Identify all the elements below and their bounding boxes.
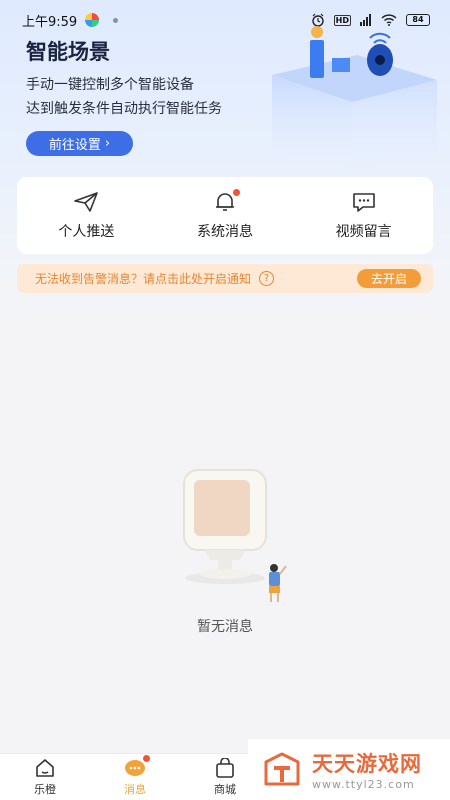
tab-home-label: 乐橙	[34, 782, 56, 796]
message-category-card: 个人推送 系统消息 视频留言	[17, 177, 433, 254]
chat-bubble-icon	[352, 192, 375, 212]
empty-state-text: 暂无消息	[197, 619, 253, 635]
unread-badge	[233, 188, 240, 196]
tab-home[interactable]: 乐橙	[0, 754, 90, 800]
empty-state-illustration	[183, 469, 287, 602]
home-icon	[36, 758, 54, 777]
enable-notification-button[interactable]: 去开启	[357, 269, 421, 288]
video-message-label: 视频留言	[335, 223, 392, 240]
status-time: 上午9:59	[22, 14, 78, 30]
video-message-button[interactable]: 视频留言	[294, 177, 433, 254]
go-to-settings-label: 前往设置	[48, 138, 101, 153]
notification-dot-icon	[113, 17, 119, 23]
personal-push-label: 个人推送	[58, 223, 115, 240]
tab-messages-label: 消息	[124, 782, 146, 796]
watermark-text: 天天游戏网 www.ttyl23.com	[312, 748, 422, 791]
shopping-bag-icon	[216, 757, 234, 778]
hero-description-2: 达到触发条件自动执行智能任务	[26, 101, 222, 117]
hero-title: 智能场景	[26, 40, 110, 64]
system-message-label: 系统消息	[197, 223, 253, 240]
paper-plane-icon	[74, 191, 99, 212]
notification-alert-bar[interactable]: 无法收到告警消息？请点击此处开启通知 ? 去开启	[17, 264, 433, 293]
watermark-url: www.ttyl23.com	[312, 778, 415, 791]
app-notification-icon	[85, 13, 100, 27]
system-message-button[interactable]: 系统消息	[156, 177, 295, 254]
tab-shop-label: 商城	[214, 782, 236, 796]
watermark-logo-icon	[264, 752, 300, 785]
watermark-title: 天天游戏网	[312, 752, 422, 776]
hero-description-1: 手动一键控制多个智能设备	[26, 77, 194, 93]
smart-home-illustration	[272, 26, 437, 170]
help-icon[interactable]: ?	[259, 271, 275, 286]
go-to-settings-button[interactable]: 前往设置 ›	[26, 131, 133, 156]
watermark: 天天游戏网 www.ttyl23.com	[248, 739, 450, 800]
alert-text: 无法收到告警消息？请点击此处开启通知	[35, 272, 252, 286]
bell-icon-wrapper	[212, 188, 240, 213]
personal-push-button[interactable]: 个人推送	[17, 177, 156, 254]
tab-unread-badge	[143, 754, 150, 762]
tab-messages[interactable]: 消息	[90, 754, 180, 800]
chevron-right-icon: ›	[104, 136, 111, 151]
message-icon-wrapper	[124, 754, 150, 778]
